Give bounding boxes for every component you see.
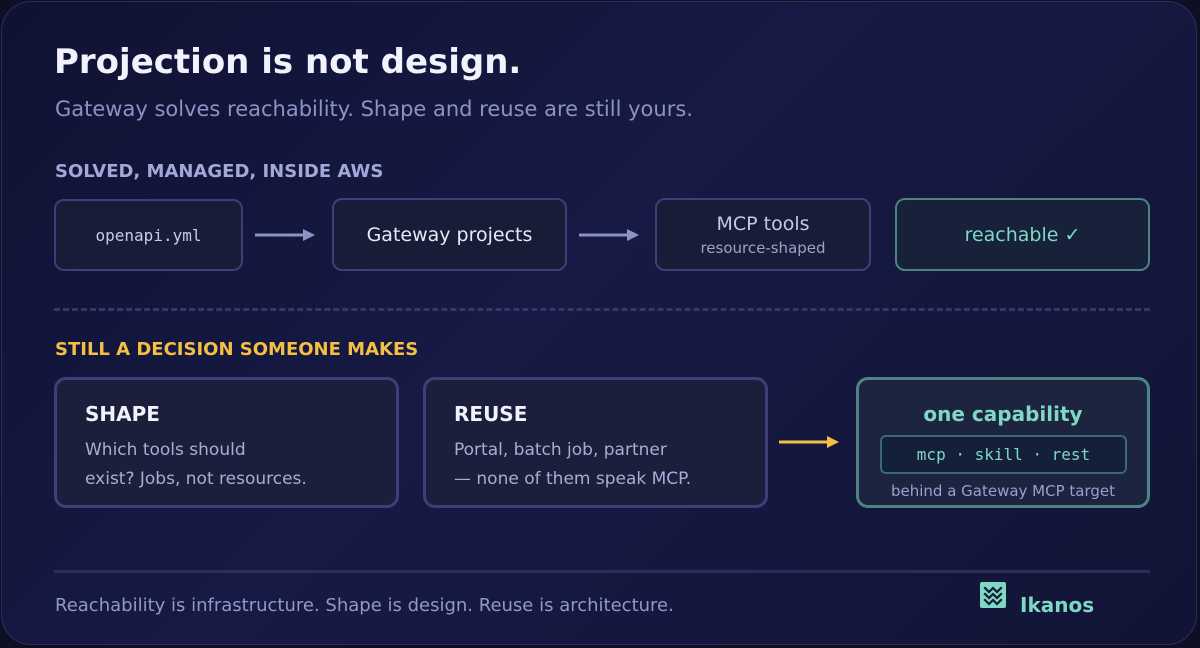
step-openapi-box: openapi.yml <box>54 199 243 271</box>
capability-footnote: behind a Gateway MCP target <box>890 482 1116 500</box>
shape-card-description: Which tools should exist? Jobs, not reso… <box>85 436 396 494</box>
step-mcp-tools-box: MCP tools resource-shaped <box>655 198 871 271</box>
ikanos-logo-icon <box>980 582 1006 608</box>
step-gateway-box: Gateway projects <box>332 198 567 271</box>
step-reachable-label: reachable ✓ <box>964 223 1081 246</box>
step-mcp-tools-sublabel: resource-shaped <box>700 238 826 257</box>
step-openapi-label: openapi.yml <box>95 225 202 245</box>
reuse-card-heading: REUSE <box>454 402 528 426</box>
shape-card-heading: SHAPE <box>85 402 160 426</box>
footer-rule <box>54 570 1150 573</box>
shape-card: SHAPE Which tools should exist? Jobs, no… <box>54 377 399 508</box>
reuse-card-description: Portal, batch job, partner — none of the… <box>454 436 765 494</box>
capability-heading: one capability <box>923 402 1083 426</box>
arrow-right-icon <box>779 436 839 448</box>
section-divider <box>54 308 1150 311</box>
step-gateway-label: Gateway projects <box>366 223 533 246</box>
reuse-card-line: Portal, batch job, partner <box>454 440 667 460</box>
capability-protocols-pill: mcp · skill · rest <box>880 435 1127 474</box>
step-reachable-box: reachable ✓ <box>895 198 1150 271</box>
reuse-card-line: — none of them speak MCP. <box>454 469 692 489</box>
arrow-right-icon <box>255 229 315 241</box>
footer-tagline: Reachability is infrastructure. Shape is… <box>55 595 674 616</box>
page-subtitle: Gateway solves reachability. Shape and r… <box>55 97 693 121</box>
capability-card: one capability mcp · skill · rest behind… <box>856 377 1150 508</box>
shape-card-line: Which tools should <box>85 440 246 460</box>
brand-name: Ikanos <box>1020 593 1095 617</box>
shape-card-line: exist? Jobs, not resources. <box>85 469 307 489</box>
step-mcp-tools-label: MCP tools <box>716 212 810 235</box>
page-title: Projection is not design. <box>54 42 522 82</box>
section-decision-heading: STILL A DECISION SOMEONE MAKES <box>55 339 419 360</box>
reuse-card: REUSE Portal, batch job, partner — none … <box>423 377 768 508</box>
section-solved-heading: SOLVED, MANAGED, INSIDE AWS <box>55 161 384 182</box>
arrow-right-icon <box>579 229 639 241</box>
slide-card: Projection is not design. Gateway solves… <box>1 1 1197 645</box>
